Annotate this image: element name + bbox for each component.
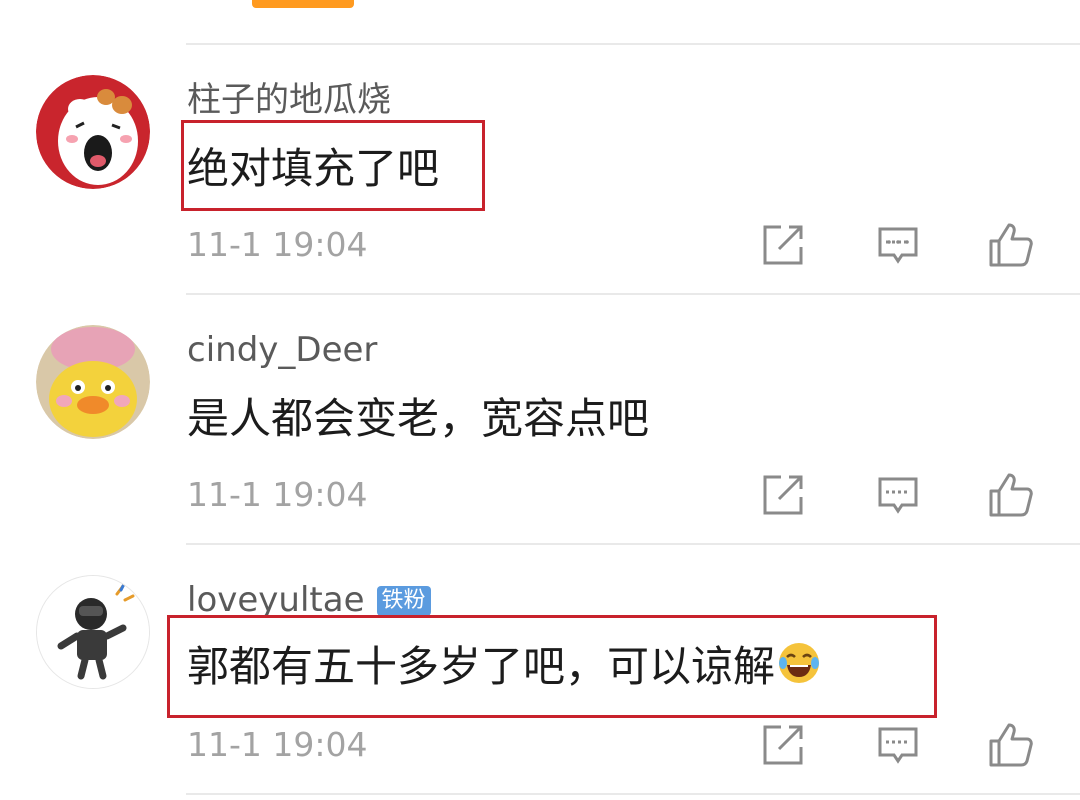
astronaut-figure-avatar-icon [37,576,149,688]
share-icon[interactable] [759,471,807,519]
laughing-tears-emoji-icon [777,641,821,685]
comment-text: 郭都有五十多岁了吧，可以谅解 [187,641,821,693]
avatar[interactable] [36,575,150,689]
timestamp: 11-1 19:04 [187,475,368,514]
avatar[interactable] [36,325,150,439]
comment-text: 是人都会变老，宽容点吧 [187,394,650,443]
comment-item: cindy_Deer 是人都会变老，宽容点吧 11-1 19:04 [0,295,1080,545]
divider [186,793,1080,795]
username-text[interactable]: loveyultae [187,580,365,620]
timestamp: 11-1 19:04 [187,725,368,764]
timestamp: 11-1 19:04 [187,225,368,264]
comment-text: 绝对填充了吧 [187,144,440,193]
thumbs-up-icon[interactable] [987,721,1035,769]
active-tab-indicator [252,0,354,8]
comment-icon[interactable] [874,221,922,269]
yellow-duck-avatar-icon [36,325,150,439]
username[interactable]: 柱子的地瓜烧 [187,79,391,121]
thumbs-up-icon[interactable] [987,221,1035,269]
fan-badge: 铁粉 [376,586,431,616]
comment-icon[interactable] [874,721,922,769]
comment-text-content: 郭都有五十多岁了吧，可以谅解 [187,642,776,691]
username[interactable]: cindy_Deer [187,329,377,371]
thumbs-up-icon[interactable] [987,471,1035,519]
share-icon[interactable] [759,221,807,269]
comment-item: 柱子的地瓜烧 绝对填充了吧 11-1 19:04 [0,45,1080,295]
comment-icon[interactable] [874,471,922,519]
share-icon[interactable] [759,721,807,769]
comment-item: loveyultae 铁粉 郭都有五十多岁了吧，可以谅解 11-1 19:04 [0,545,1080,795]
cartoon-hamster-avatar-icon [36,75,150,189]
avatar[interactable] [36,75,150,189]
